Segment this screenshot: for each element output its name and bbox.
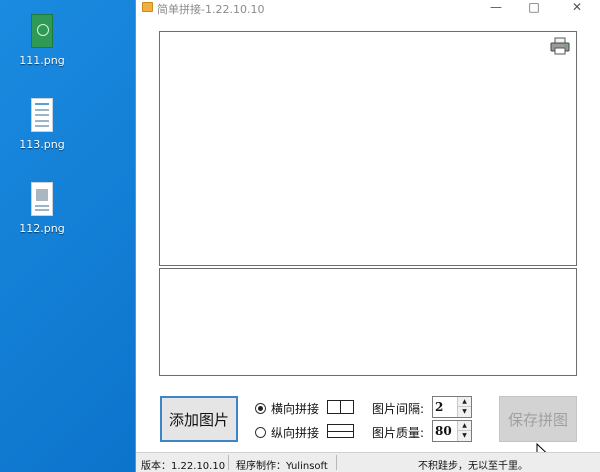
spin-down-icon[interactable]: ▼ (458, 407, 471, 417)
vertical-layout-icon (327, 424, 354, 438)
app-window: 简单拼接-1.22.10.10 — □ ✕ 添加图片 横向拼接 纵向拼接 图片间… (135, 0, 600, 472)
vertical-label: 纵向拼接 (271, 426, 320, 440)
radio-unchecked-icon[interactable] (255, 427, 266, 438)
image-thumbnail-icon (31, 98, 53, 132)
horizontal-label: 横向拼接 (271, 402, 320, 416)
image-thumbnail-icon (31, 14, 53, 48)
horizontal-layout-icon (327, 400, 354, 414)
image-thumbnail-icon (31, 182, 53, 216)
quality-stepper[interactable]: 80 ▲ ▼ (432, 420, 472, 442)
image-preview-area[interactable] (159, 31, 577, 266)
close-button[interactable]: ✕ (562, 0, 592, 16)
status-divider (336, 455, 337, 470)
quality-spin-buttons: ▲ ▼ (457, 421, 471, 441)
title-bar[interactable]: 简单拼接-1.22.10.10 — □ ✕ (136, 0, 600, 16)
spacing-value[interactable]: 2 (435, 400, 443, 414)
spacing-spin-buttons: ▲ ▼ (457, 397, 471, 417)
app-icon (142, 2, 153, 12)
add-image-button[interactable]: 添加图片 (160, 396, 238, 442)
motto-text: 不积跬步，无以至千里。 (418, 461, 528, 472)
desktop-file-label: 113.png (19, 138, 65, 151)
minimize-button[interactable]: — (481, 0, 511, 16)
add-image-label: 添加图片 (168, 410, 229, 429)
author-text: 程序制作：Yulinsoft (236, 461, 328, 472)
desktop-file-label: 112.png (19, 222, 65, 235)
radio-checked-icon[interactable] (255, 403, 266, 414)
desktop-file-111[interactable]: 111.png (2, 14, 82, 67)
spin-up-icon[interactable]: ▲ (458, 397, 471, 407)
desktop-file-label: 111.png (19, 54, 65, 67)
desktop-file-113[interactable]: 113.png (2, 98, 82, 151)
printer-icon[interactable] (550, 37, 570, 55)
quality-label: 图片质量: (372, 426, 425, 440)
window-title: 简单拼接-1.22.10.10 (157, 3, 265, 16)
maximize-button[interactable]: □ (519, 0, 549, 16)
spin-down-icon[interactable]: ▼ (458, 431, 471, 441)
save-image-label: 保存拼图 (507, 410, 568, 429)
image-list-area[interactable] (159, 268, 577, 376)
horizontal-radio[interactable]: 横向拼接 (255, 400, 319, 417)
desktop-file-112[interactable]: 112.png (2, 182, 82, 235)
version-text: 版本：1.22.10.10 (141, 461, 226, 472)
save-image-button[interactable]: 保存拼图 (499, 396, 577, 442)
spin-up-icon[interactable]: ▲ (458, 421, 471, 431)
spacing-stepper[interactable]: 2 ▲ ▼ (432, 396, 472, 418)
status-divider (228, 455, 229, 470)
quality-value[interactable]: 80 (435, 424, 452, 438)
spacing-label: 图片间隔: (372, 402, 425, 416)
status-bar: 版本：1.22.10.10 程序制作：Yulinsoft 不积跬步，无以至千里。 (136, 452, 600, 472)
vertical-radio[interactable]: 纵向拼接 (255, 424, 319, 441)
